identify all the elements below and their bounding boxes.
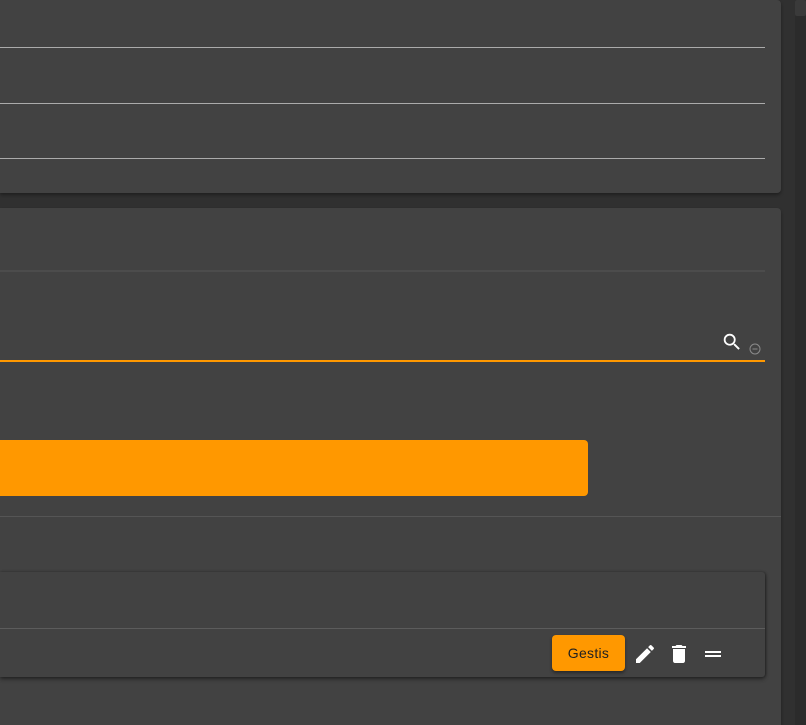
row-divider <box>0 158 765 159</box>
pencil-icon[interactable] <box>633 642 657 666</box>
primary-action-button[interactable] <box>0 440 588 496</box>
minus-circle-icon[interactable] <box>749 342 761 355</box>
trash-icon[interactable] <box>667 642 691 666</box>
drag-handle-icon[interactable] <box>701 642 725 666</box>
search-icon[interactable] <box>721 331 743 353</box>
search-field[interactable] <box>0 328 765 362</box>
list-panel: Gestis <box>0 572 765 677</box>
search-underline <box>0 360 765 362</box>
scrollbar-thumb[interactable] <box>795 0 806 16</box>
header-divider <box>0 270 765 272</box>
gestis-button[interactable]: Gestis <box>552 635 625 671</box>
row-divider <box>0 47 765 48</box>
page-scrollbar[interactable] <box>795 0 806 725</box>
list-row-divider <box>0 628 765 629</box>
top-card <box>0 0 781 193</box>
section-divider <box>0 516 781 517</box>
search-card: Gestis <box>0 208 781 725</box>
row-divider <box>0 103 765 104</box>
